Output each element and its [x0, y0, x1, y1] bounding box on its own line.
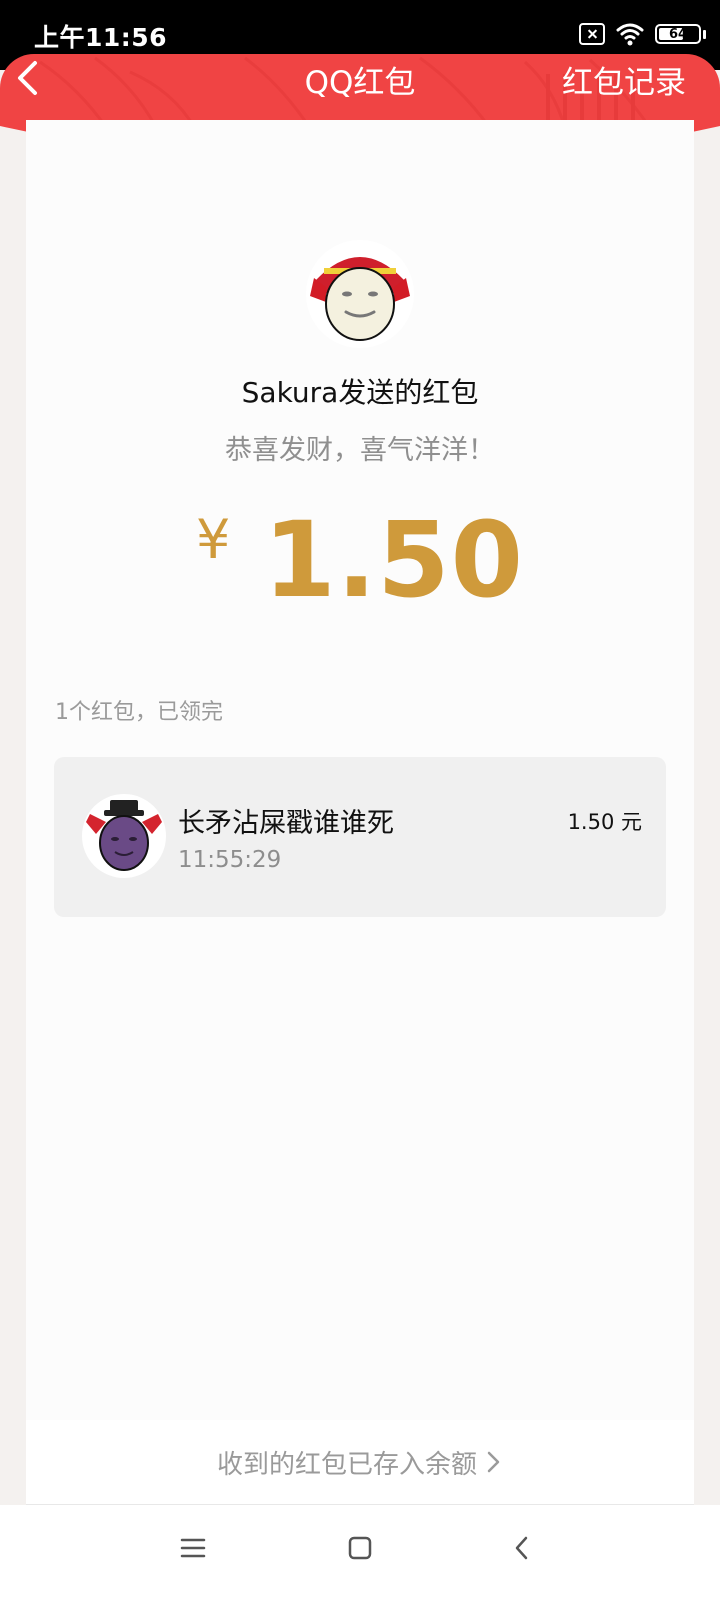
receiver-avatar [82, 794, 166, 878]
amount-display: ¥ 1.50 [0, 500, 720, 620]
currency-symbol: ¥ [195, 508, 231, 571]
sim-card-icon [579, 23, 605, 45]
status-time: 上午11:56 [34, 23, 168, 52]
sender-title: Sakura发送的红包 [241, 376, 479, 409]
greeting-message: 恭喜发财，喜气洋洋！ [225, 435, 495, 466]
chevron-right-icon [487, 1451, 500, 1473]
recipient-name: 长矛沾屎戳谁谁死 [178, 808, 394, 839]
red-packet-summary: 1个红包，已领完 [55, 700, 223, 725]
wifi-icon [616, 23, 644, 46]
recipient-amount: 1.50 元 [567, 810, 642, 834]
battery-icon: 64 [655, 24, 701, 44]
recipient-row: 长矛沾屎戳谁谁死 11:55:29 1.50 元 [54, 757, 666, 917]
menu-icon[interactable] [180, 1536, 206, 1560]
battery-level: 64 [668, 26, 688, 42]
balance-link-label: 收到的红包已存入余额 [216, 1449, 477, 1480]
red-packet-page: 上午11:56 64 QQ红包 红包记录 Sakura发送的红包 恭喜发财，喜气… [0, 0, 720, 1600]
status-icons: 64 [579, 18, 706, 50]
home-icon[interactable] [347, 1534, 373, 1562]
balance-link[interactable]: 收到的红包已存入余额 [26, 1420, 694, 1505]
sender-avatar [306, 240, 414, 348]
red-packet-amount: 1.50 [263, 499, 525, 621]
back-icon[interactable] [512, 1534, 532, 1562]
red-packet-record-link[interactable]: 红包记录 [562, 57, 686, 102]
navigation-bar [0, 1505, 720, 1600]
battery-tip [703, 29, 706, 39]
recipient-time: 11:55:29 [178, 847, 282, 873]
